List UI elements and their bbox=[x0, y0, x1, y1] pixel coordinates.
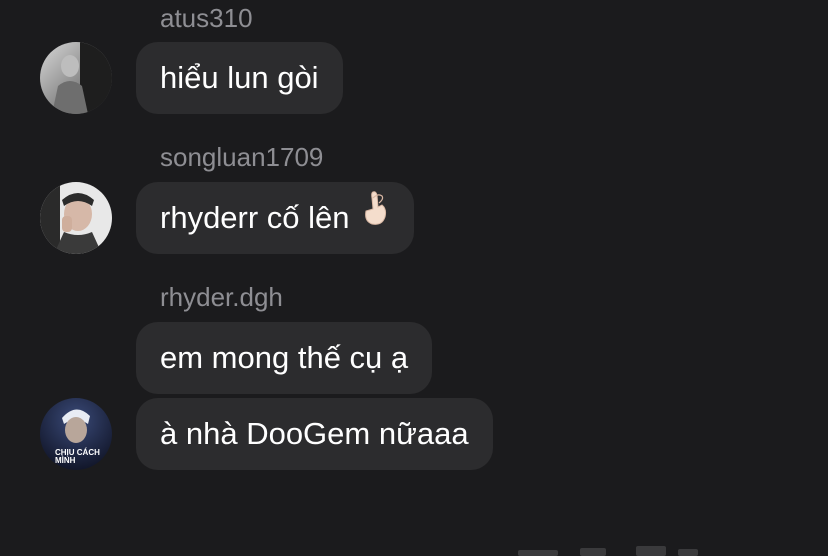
message-bubble-2[interactable]: rhyderr cố lên bbox=[136, 182, 414, 254]
avatar-songluan1709[interactable] bbox=[40, 182, 112, 254]
chat-thread: atus310 hiểu lun gòi songluan1709 rhyder… bbox=[0, 0, 828, 556]
username-atus310[interactable]: atus310 bbox=[160, 3, 253, 33]
message-text: rhyderr cố lên bbox=[160, 200, 350, 235]
pinched-fingers-heart-icon bbox=[360, 181, 390, 253]
avatar-atus310[interactable] bbox=[40, 42, 112, 114]
avatar-rhyder-dgh[interactable]: CHỊU CÁCH MÌNH bbox=[40, 398, 112, 470]
avatar-photo bbox=[40, 182, 112, 254]
avatar-caption-2: MÌNH bbox=[55, 456, 76, 465]
partially-visible-text bbox=[518, 540, 718, 556]
message-bubble-3[interactable]: em mong thế cụ ạ bbox=[136, 322, 433, 394]
username-rhyder-dgh[interactable]: rhyder.dgh bbox=[160, 282, 283, 312]
message-bubble-1[interactable]: hiểu lun gòi bbox=[136, 42, 343, 114]
message-text: à nhà DooGem nữaaa bbox=[160, 416, 469, 451]
message-bubble-4[interactable]: à nhà DooGem nữaaa bbox=[136, 398, 493, 470]
avatar-photo bbox=[40, 42, 112, 114]
username-songluan1709[interactable]: songluan1709 bbox=[160, 142, 323, 172]
message-text: em mong thế cụ ạ bbox=[160, 340, 409, 375]
avatar-photo: CHỊU CÁCH MÌNH bbox=[40, 398, 112, 470]
message-text: hiểu lun gòi bbox=[160, 60, 319, 95]
